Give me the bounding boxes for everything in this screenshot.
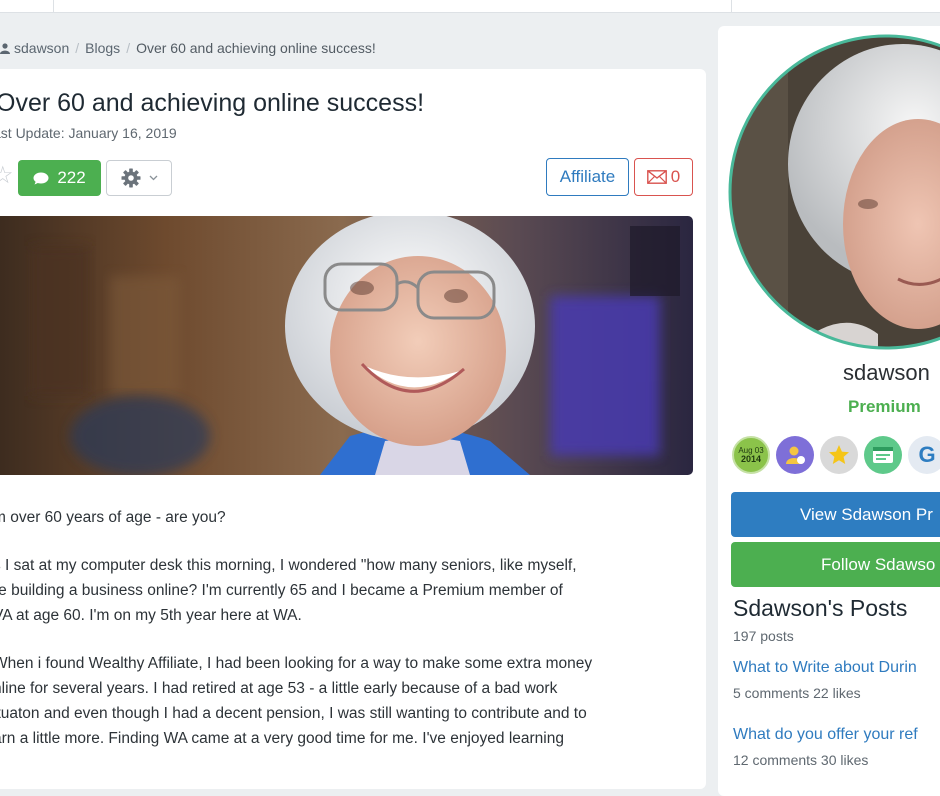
breadcrumb-divider: /: [126, 40, 131, 56]
affiliate-button[interactable]: Affiliate: [546, 158, 629, 196]
post-meta: 5 comments 22 likes: [733, 685, 861, 701]
breadcrumb: sdawson / Blogs / Over 60 and achieving onli…: [0, 40, 376, 56]
achievement-badges: Aug 03 2014 G: [732, 436, 940, 476]
membership-badge: Premium: [848, 397, 921, 416]
avatar[interactable]: [728, 34, 940, 350]
message-count: 0: [670, 167, 681, 186]
breadcrumb-divider: /: [75, 40, 80, 56]
user-icon: [0, 43, 10, 54]
article-paragraph: m over 60 years of age - are you?: [0, 509, 226, 526]
follow-button[interactable]: Follow Sdawso: [731, 542, 940, 587]
article-paragraph: When i found Wealthy Affiliate, I had be…: [0, 655, 593, 747]
post-title-link[interactable]: What to Write about Durin: [733, 659, 917, 677]
list-item: What to Write about Durin 5 comments 22 …: [733, 659, 917, 701]
mail-icon: [646, 170, 667, 184]
page-title: Over 60 and achieving online success!: [0, 89, 425, 117]
join-date-badge[interactable]: Aug 03 2014: [732, 436, 770, 474]
chevron-down-icon: [149, 175, 157, 181]
nav-divider: [53, 0, 54, 12]
referral-badge-icon[interactable]: [776, 436, 814, 474]
article-hero-image: [0, 216, 693, 475]
view-profile-button[interactable]: View Sdawson Pr: [731, 492, 940, 537]
last-update-text: ast Update: January 16, 2019: [0, 125, 177, 141]
posts-heading: Sdawson's Posts: [733, 595, 908, 621]
message-button[interactable]: 0: [634, 158, 693, 196]
website-badge-icon[interactable]: [864, 436, 902, 474]
comment-count: 222: [57, 168, 86, 187]
profile-username[interactable]: sdawson: [843, 360, 930, 386]
article-body: m over 60 years of age - are you? s I sa…: [0, 505, 693, 774]
post-title-link[interactable]: What do you offer your ref: [733, 726, 918, 744]
post-meta: 12 comments 30 likes: [733, 752, 869, 768]
list-item: What do you offer your ref 12 comments 3…: [733, 726, 918, 768]
article-paragraph: s I sat at my computer desk this morning…: [0, 557, 577, 624]
posts-count: 197 posts: [733, 628, 794, 644]
comments-button[interactable]: 222: [18, 160, 101, 196]
nav-divider: [731, 0, 732, 12]
top-navigation-bar: [0, 0, 940, 13]
breadcrumb-user-link[interactable]: sdawson: [14, 40, 69, 56]
comment-icon: [33, 172, 49, 184]
settings-dropdown-button[interactable]: [106, 160, 172, 196]
letter-badge[interactable]: G: [908, 436, 940, 474]
star-badge-icon[interactable]: [820, 436, 858, 474]
breadcrumb-blogs-link[interactable]: Blogs: [85, 40, 120, 56]
gear-icon: [121, 168, 140, 188]
star-icon[interactable]: ☆: [0, 163, 14, 189]
breadcrumb-current: Over 60 and achieving online success!: [136, 40, 376, 56]
